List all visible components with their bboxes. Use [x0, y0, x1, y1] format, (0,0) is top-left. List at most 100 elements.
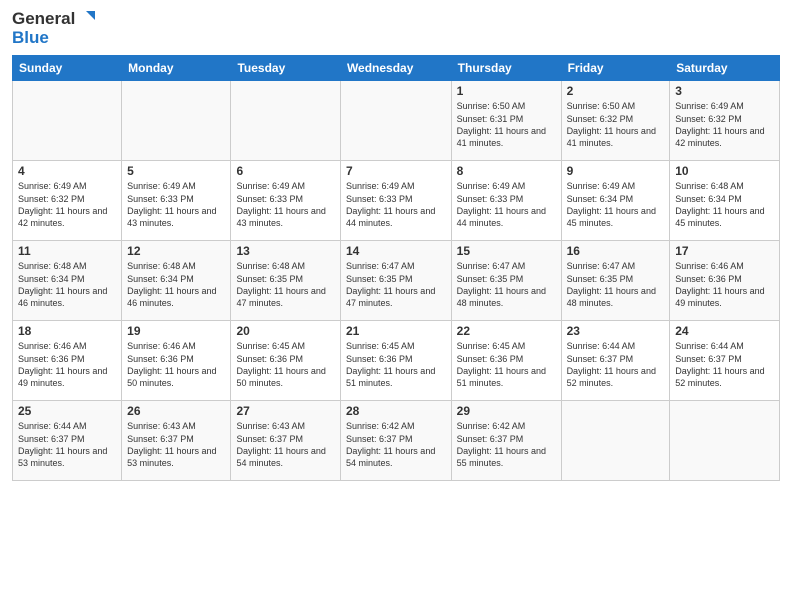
day-cell: 26 Sunrise: 6:43 AM Sunset: 6:37 PM Dayli…: [122, 401, 231, 481]
logo-container: General Blue: [12, 10, 95, 47]
day-cell: 6 Sunrise: 6:49 AM Sunset: 6:33 PM Daylig…: [231, 161, 340, 241]
day-cell: [340, 81, 451, 161]
day-number: 15: [457, 244, 556, 258]
day-cell: 8 Sunrise: 6:49 AM Sunset: 6:33 PM Daylig…: [451, 161, 561, 241]
day-number: 11: [18, 244, 116, 258]
day-info: Sunrise: 6:46 AM Sunset: 6:36 PM Dayligh…: [127, 340, 225, 389]
day-number: 21: [346, 324, 446, 338]
col-header-saturday: Saturday: [670, 56, 780, 81]
day-cell: 29 Sunrise: 6:42 AM Sunset: 6:37 PM Dayli…: [451, 401, 561, 481]
day-number: 22: [457, 324, 556, 338]
day-info: Sunrise: 6:42 AM Sunset: 6:37 PM Dayligh…: [346, 420, 446, 469]
week-row-5: 25 Sunrise: 6:44 AM Sunset: 6:37 PM Dayli…: [13, 401, 780, 481]
day-info: Sunrise: 6:49 AM Sunset: 6:33 PM Dayligh…: [127, 180, 225, 229]
day-info: Sunrise: 6:47 AM Sunset: 6:35 PM Dayligh…: [457, 260, 556, 309]
day-info: Sunrise: 6:49 AM Sunset: 6:32 PM Dayligh…: [18, 180, 116, 229]
day-number: 5: [127, 164, 225, 178]
day-number: 24: [675, 324, 774, 338]
day-number: 29: [457, 404, 556, 418]
day-info: Sunrise: 6:44 AM Sunset: 6:37 PM Dayligh…: [567, 340, 665, 389]
col-header-wednesday: Wednesday: [340, 56, 451, 81]
day-cell: 17 Sunrise: 6:46 AM Sunset: 6:36 PM Dayli…: [670, 241, 780, 321]
day-cell: [231, 81, 340, 161]
day-number: 26: [127, 404, 225, 418]
col-header-monday: Monday: [122, 56, 231, 81]
day-cell: 11 Sunrise: 6:48 AM Sunset: 6:34 PM Dayli…: [13, 241, 122, 321]
day-number: 6: [236, 164, 334, 178]
day-number: 9: [567, 164, 665, 178]
day-number: 28: [346, 404, 446, 418]
day-info: Sunrise: 6:46 AM Sunset: 6:36 PM Dayligh…: [18, 340, 116, 389]
col-header-thursday: Thursday: [451, 56, 561, 81]
day-info: Sunrise: 6:47 AM Sunset: 6:35 PM Dayligh…: [567, 260, 665, 309]
day-info: Sunrise: 6:48 AM Sunset: 6:34 PM Dayligh…: [675, 180, 774, 229]
col-header-tuesday: Tuesday: [231, 56, 340, 81]
day-cell: 23Sunrise: 6:44 AM Sunset: 6:37 PM Dayli…: [561, 321, 670, 401]
week-row-2: 4 Sunrise: 6:49 AM Sunset: 6:32 PM Daylig…: [13, 161, 780, 241]
day-number: 13: [236, 244, 334, 258]
logo-general: General: [12, 10, 75, 29]
day-cell: 5 Sunrise: 6:49 AM Sunset: 6:33 PM Daylig…: [122, 161, 231, 241]
day-number: 20: [236, 324, 334, 338]
day-number: 8: [457, 164, 556, 178]
logo-arrow-icon: [77, 10, 95, 28]
day-number: 10: [675, 164, 774, 178]
day-cell: 13Sunrise: 6:48 AM Sunset: 6:35 PM Dayli…: [231, 241, 340, 321]
day-info: Sunrise: 6:45 AM Sunset: 6:36 PM Dayligh…: [457, 340, 556, 389]
day-cell: 27 Sunrise: 6:43 AM Sunset: 6:37 PM Dayli…: [231, 401, 340, 481]
header-row: SundayMondayTuesdayWednesdayThursdayFrid…: [13, 56, 780, 81]
day-info: Sunrise: 6:49 AM Sunset: 6:33 PM Dayligh…: [457, 180, 556, 229]
week-row-4: 18 Sunrise: 6:46 AM Sunset: 6:36 PM Dayli…: [13, 321, 780, 401]
day-info: Sunrise: 6:49 AM Sunset: 6:34 PM Dayligh…: [567, 180, 665, 229]
day-number: 25: [18, 404, 116, 418]
day-cell: 3 Sunrise: 6:49 AM Sunset: 6:32 PM Daylig…: [670, 81, 780, 161]
col-header-sunday: Sunday: [13, 56, 122, 81]
day-cell: 21 Sunrise: 6:45 AM Sunset: 6:36 PM Dayli…: [340, 321, 451, 401]
day-info: Sunrise: 6:42 AM Sunset: 6:37 PM Dayligh…: [457, 420, 556, 469]
day-number: 4: [18, 164, 116, 178]
day-info: Sunrise: 6:49 AM Sunset: 6:32 PM Dayligh…: [675, 100, 774, 149]
day-number: 17: [675, 244, 774, 258]
day-info: Sunrise: 6:49 AM Sunset: 6:33 PM Dayligh…: [236, 180, 334, 229]
day-cell: 1 Sunrise: 6:50 AM Sunset: 6:31 PM Daylig…: [451, 81, 561, 161]
day-number: 7: [346, 164, 446, 178]
day-info: Sunrise: 6:43 AM Sunset: 6:37 PM Dayligh…: [127, 420, 225, 469]
day-cell: 9 Sunrise: 6:49 AM Sunset: 6:34 PM Daylig…: [561, 161, 670, 241]
day-cell: 4 Sunrise: 6:49 AM Sunset: 6:32 PM Daylig…: [13, 161, 122, 241]
day-number: 3: [675, 84, 774, 98]
day-number: 18: [18, 324, 116, 338]
day-cell: 12Sunrise: 6:48 AM Sunset: 6:34 PM Dayli…: [122, 241, 231, 321]
day-cell: [13, 81, 122, 161]
day-info: Sunrise: 6:50 AM Sunset: 6:31 PM Dayligh…: [457, 100, 556, 149]
day-number: 16: [567, 244, 665, 258]
col-header-friday: Friday: [561, 56, 670, 81]
day-info: Sunrise: 6:49 AM Sunset: 6:33 PM Dayligh…: [346, 180, 446, 229]
logo: General Blue: [12, 10, 95, 47]
day-number: 27: [236, 404, 334, 418]
day-cell: 20 Sunrise: 6:45 AM Sunset: 6:36 PM Dayli…: [231, 321, 340, 401]
header: General Blue: [12, 10, 780, 47]
day-info: Sunrise: 6:48 AM Sunset: 6:34 PM Dayligh…: [18, 260, 116, 309]
day-cell: 2Sunrise: 6:50 AM Sunset: 6:32 PM Daylig…: [561, 81, 670, 161]
day-cell: 25 Sunrise: 6:44 AM Sunset: 6:37 PM Dayli…: [13, 401, 122, 481]
logo-blue: Blue: [12, 29, 95, 48]
calendar-page: General Blue SundayMondayTuesdayWednesda…: [0, 0, 792, 612]
day-cell: 16 Sunrise: 6:47 AM Sunset: 6:35 PM Dayli…: [561, 241, 670, 321]
day-info: Sunrise: 6:44 AM Sunset: 6:37 PM Dayligh…: [675, 340, 774, 389]
day-info: Sunrise: 6:43 AM Sunset: 6:37 PM Dayligh…: [236, 420, 334, 469]
day-info: Sunrise: 6:45 AM Sunset: 6:36 PM Dayligh…: [346, 340, 446, 389]
week-row-1: 1 Sunrise: 6:50 AM Sunset: 6:31 PM Daylig…: [13, 81, 780, 161]
day-info: Sunrise: 6:44 AM Sunset: 6:37 PM Dayligh…: [18, 420, 116, 469]
day-cell: 14Sunrise: 6:47 AM Sunset: 6:35 PM Dayli…: [340, 241, 451, 321]
day-cell: 19Sunrise: 6:46 AM Sunset: 6:36 PM Dayli…: [122, 321, 231, 401]
day-info: Sunrise: 6:50 AM Sunset: 6:32 PM Dayligh…: [567, 100, 665, 149]
day-info: Sunrise: 6:47 AM Sunset: 6:35 PM Dayligh…: [346, 260, 446, 309]
day-info: Sunrise: 6:48 AM Sunset: 6:34 PM Dayligh…: [127, 260, 225, 309]
day-info: Sunrise: 6:45 AM Sunset: 6:36 PM Dayligh…: [236, 340, 334, 389]
day-cell: 28 Sunrise: 6:42 AM Sunset: 6:37 PM Dayli…: [340, 401, 451, 481]
day-cell: [122, 81, 231, 161]
day-info: Sunrise: 6:46 AM Sunset: 6:36 PM Dayligh…: [675, 260, 774, 309]
day-cell: [670, 401, 780, 481]
day-number: 1: [457, 84, 556, 98]
day-cell: 15 Sunrise: 6:47 AM Sunset: 6:35 PM Dayli…: [451, 241, 561, 321]
